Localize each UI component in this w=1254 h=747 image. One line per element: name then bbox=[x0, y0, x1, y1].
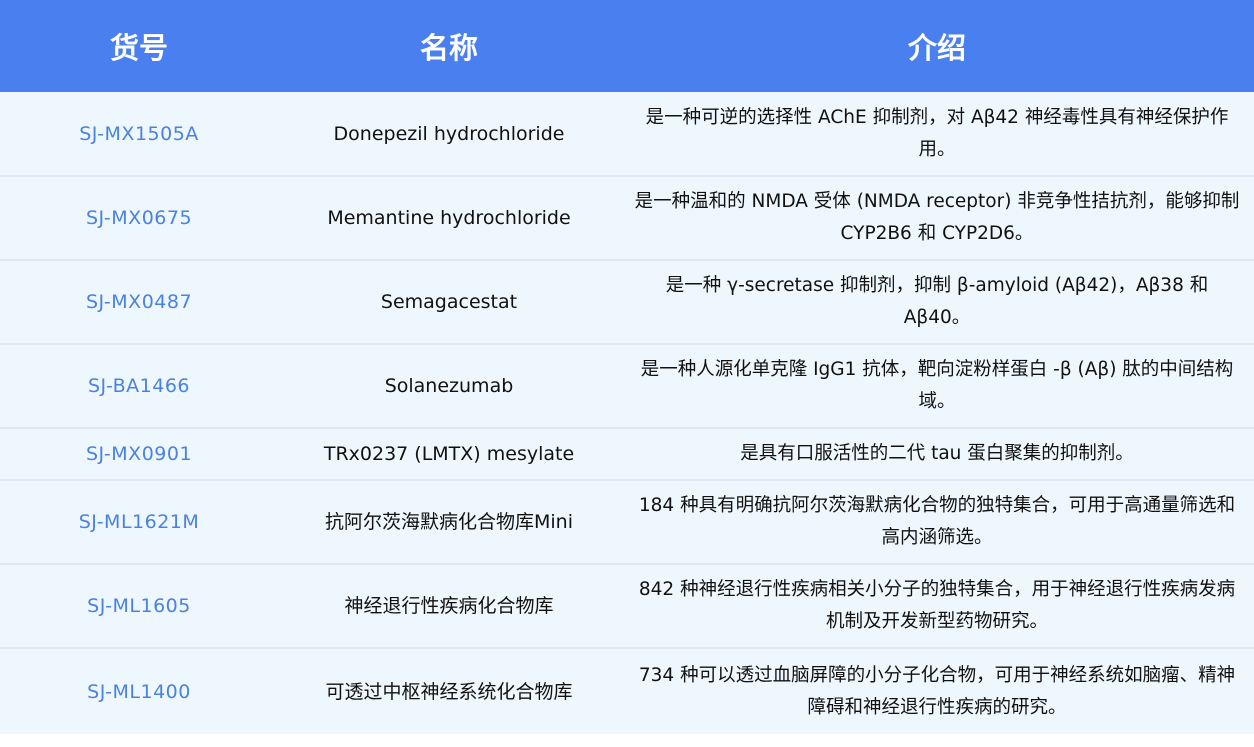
table-row: SJ-MX0487 Semagacestat 是一种 γ-secretase 抑… bbox=[0, 260, 1254, 344]
product-name: Solanezumab bbox=[384, 375, 514, 397]
product-name: Donepezil hydrochloride bbox=[333, 122, 565, 145]
table-row: SJ-ML1621M 抗阿尔茨海默病化合物库Mini 184 种具有明确抗阿尔茨… bbox=[0, 480, 1254, 564]
product-table: 货号 名称 介绍 SJ-MX1505A Donepezil hydrochlor… bbox=[0, 0, 1254, 734]
product-name: 可透过中枢神经系统化合物库 bbox=[325, 680, 573, 703]
product-description: 734 种可以透过血脑屏障的小分子化合物，可用于神经系统如脑瘤、精神障碍和神经退… bbox=[638, 664, 1236, 718]
table-row: SJ-BA1466 Solanezumab 是一种人源化单克隆 IgG1 抗体，… bbox=[0, 344, 1254, 428]
product-name: 抗阿尔茨海默病化合物库Mini bbox=[325, 511, 573, 533]
product-code-link[interactable]: SJ-ML1621M bbox=[0, 480, 278, 564]
product-name: 神经退行性疾病化合物库 bbox=[344, 595, 554, 617]
product-code-link[interactable]: SJ-BA1466 bbox=[0, 344, 278, 428]
product-code-link[interactable]: SJ-MX0675 bbox=[0, 176, 278, 260]
product-description: 184 种具有明确抗阿尔茨海默病化合物的独特集合，可用于高通量筛选和高内涵筛选。 bbox=[638, 495, 1236, 548]
product-code-link[interactable]: SJ-ML1400 bbox=[0, 648, 278, 734]
header-name: 名称 bbox=[419, 31, 478, 65]
table-row: SJ-ML1605 神经退行性疾病化合物库 842 种神经退行性疾病相关小分子的… bbox=[0, 564, 1254, 648]
table-row: SJ-MX1505A Donepezil hydrochloride 是一种可逆… bbox=[0, 92, 1254, 176]
product-code-link[interactable]: SJ-MX0901 bbox=[0, 428, 278, 480]
product-code-link[interactable]: SJ-MX0487 bbox=[0, 260, 278, 344]
header-code: 货号 bbox=[109, 31, 168, 65]
header-desc: 介绍 bbox=[907, 31, 966, 65]
table-row: SJ-MX0675 Memantine hydrochloride 是一种温和的… bbox=[0, 176, 1254, 260]
product-description: 是一种 γ-secretase 抑制剂，抑制 β-amyloid (Aβ42)，… bbox=[665, 275, 1209, 328]
table-body: SJ-MX1505A Donepezil hydrochloride 是一种可逆… bbox=[0, 92, 1254, 734]
product-description: 是一种温和的 NMDA 受体 (NMDA receptor) 非竞争性拮抗剂，能… bbox=[634, 191, 1240, 244]
table-row: SJ-MX0901 TRx0237 (LMTX) mesylate 是具有口服活… bbox=[0, 428, 1254, 480]
product-name: Memantine hydrochloride bbox=[327, 207, 571, 229]
product-name: Semagacestat bbox=[380, 291, 518, 313]
product-description: 是一种人源化单克隆 IgG1 抗体，靶向淀粉样蛋白 -β (Aβ) 肽的中间结构… bbox=[640, 359, 1234, 412]
table-row: SJ-ML1400 可透过中枢神经系统化合物库 734 种可以透过血脑屏障的小分… bbox=[0, 648, 1254, 734]
product-description: 是具有口服活性的二代 tau 蛋白聚集的抑制剂。 bbox=[740, 443, 1134, 464]
product-code-link[interactable]: SJ-ML1605 bbox=[0, 564, 278, 648]
product-code-link[interactable]: SJ-MX1505A bbox=[0, 92, 278, 176]
product-description: 842 种神经退行性疾病相关小分子的独特集合，用于神经退行性疾病发病机制及开发新… bbox=[638, 579, 1236, 632]
product-description: 是一种可逆的选择性 AChE 抑制剂，对 Aβ42 神经毒性具有神经保护作用。 bbox=[645, 106, 1229, 160]
header-row: 货号 名称 介绍 bbox=[0, 0, 1254, 92]
product-name: TRx0237 (LMTX) mesylate bbox=[323, 443, 575, 465]
table-header: 货号 名称 介绍 bbox=[0, 0, 1254, 92]
